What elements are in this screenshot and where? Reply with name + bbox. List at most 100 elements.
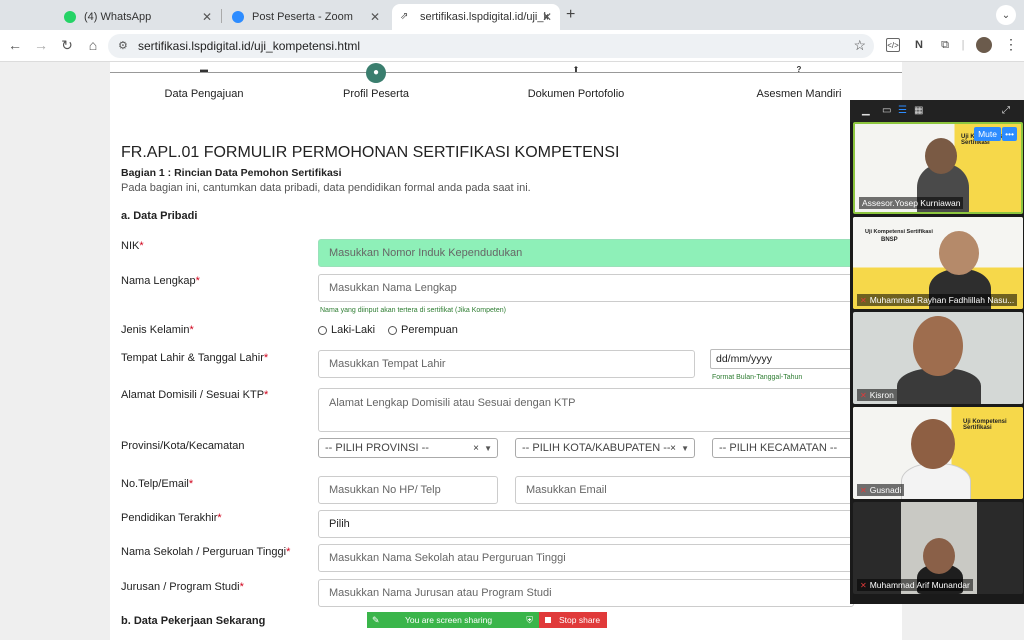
radio-laki-laki[interactable]: Laki-Laki [318,324,375,336]
tempat-lahir-input[interactable]: Masukkan Tempat Lahir [318,350,695,378]
back-icon[interactable]: ← [6,37,24,53]
upload-icon: ⬆ [572,65,580,74]
home-icon[interactable]: ⌂ [84,37,102,53]
participant-tile[interactable]: Uji Kompetensi Sertifikasi Mute ••• Asse… [853,122,1023,214]
email-input[interactable]: Masukkan Email [515,476,854,504]
dropdown-arrow-icon: ▼ [484,443,492,453]
close-icon[interactable]: ✕ [370,10,380,24]
section-data-pribadi: a. Data Pribadi [121,210,198,222]
more-menu-icon[interactable]: ⋮ [1004,36,1018,53]
alamat-label: Alamat Domisili / Sesuai KTP* [121,389,269,401]
tab-zoom[interactable]: Post Peserta - Zoom ✕ [224,4,388,30]
nama-hint: Nama yang diinput akan tertera di sertif… [320,307,506,314]
participant-name: ✕ Gusnadi [857,484,905,496]
muted-mic-icon: ✕ [860,390,867,400]
tanggal-lahir-input[interactable]: dd/mm/yyyy [710,349,852,369]
tab-search-button[interactable]: ⌄ [996,5,1016,25]
sekolah-input[interactable]: Masukkan Nama Sekolah atau Perguruan Tin… [318,544,854,572]
link-icon: ⇗ [400,11,409,22]
sekolah-label: Nama Sekolah / Perguruan Tinggi* [121,546,291,558]
divider: | [961,39,965,51]
new-tab-button[interactable]: + [566,6,575,24]
form-description: Pada bagian ini, cantumkan data pribadi,… [121,182,531,194]
radio-circle[interactable] [388,325,397,335]
tab-bar: (4) WhatsApp ✕ Post Peserta - Zoom ✕ ⇗ s… [0,0,1024,30]
participant-name: ✕ Kisron [857,389,897,401]
participant-head [925,138,957,174]
zoom-icon [232,11,244,23]
profile-avatar[interactable] [976,37,992,53]
form-title: FR.APL.01 FORMULIR PERMOHONAN SERTIFIKAS… [121,144,620,161]
nik-label: NIK* [121,240,144,252]
kontak-label: No.Telp/Email* [121,478,194,490]
tab-whatsapp[interactable]: (4) WhatsApp ✕ [56,4,220,30]
participant-name: ✕ Muhammad Arif Munandar [857,579,973,591]
section-data-pekerjaan: b. Data Pekerjaan Sekarang [121,615,266,627]
tab-title: sertifikasi.lspdigital.id/uji_kom [420,11,548,23]
step-dokumen-portofolio[interactable]: ⬆ Dokumen Portofolio [506,62,646,101]
progress-stepper: ▬ Data Pengajuan ● Profil Peserta ⬆ Doku… [110,62,902,132]
close-icon[interactable]: ✕ [542,10,552,24]
tab-title: (4) WhatsApp [84,11,152,23]
jurusan-label: Jurusan / Program Studi* [121,581,244,593]
radio-perempuan[interactable]: Perempuan [388,324,458,336]
step-asesmen-mandiri[interactable]: ? Asesmen Mandiri [729,62,869,101]
kecamatan-select[interactable]: -- PILIH KECAMATAN -- [712,438,854,458]
speaker-view-icon[interactable]: ▭ [882,105,891,116]
chevron-down-icon: ⌄ [1001,9,1011,21]
extension-code-icon[interactable]: </> [886,38,900,52]
clear-icon[interactable]: × [670,443,676,454]
mute-button[interactable]: Mute [974,127,1001,141]
radio-circle[interactable] [318,325,327,335]
document-icon: ▬ [200,65,208,74]
extensions-puzzle-icon[interactable]: ⧉ [938,38,952,52]
stop-share-button[interactable]: Stop share [539,612,607,628]
ttl-label: Tempat Lahir & Tanggal Lahir* [121,352,269,364]
reload-icon[interactable]: ↻ [58,37,76,54]
step-label: Data Pengajuan [164,88,244,100]
kota-select[interactable]: -- PILIH KOTA/KABUPATEN -- × ▼ [515,438,695,458]
step-profil-peserta[interactable]: ● Profil Peserta [306,62,446,100]
step-data-pengajuan[interactable]: ▬ Data Pengajuan [134,62,274,101]
provinsi-select[interactable]: -- PILIH PROVINSI -- × ▼ [318,438,498,458]
browser-toolbar: ← → ↻ ⌂ ⚙ sertifikasi.lspdigital.id/uji_… [0,30,1024,62]
stop-icon [545,617,551,623]
step-label: Dokumen Portofolio [527,88,625,100]
close-icon[interactable]: ✕ [202,10,212,24]
participant-head [923,538,955,574]
wilayah-label: Provinsi/Kota/Kecamatan [121,440,245,452]
tab-sertifikasi[interactable]: ⇗ sertifikasi.lspdigital.id/uji_kom ✕ [392,4,560,30]
notion-icon[interactable]: N [912,38,926,52]
step-label: Profil Peserta [342,88,410,100]
bookmark-star-icon[interactable]: ☆ [853,37,866,54]
gallery-view-icon[interactable]: ▦ [914,105,923,116]
expand-icon[interactable]: ⤢ [1002,105,1010,116]
strip-view-icon[interactable]: ☰ [898,105,907,116]
participant-tile[interactable]: Uji Kompetensi Sertifikasi BNSP ✕ Muhamma… [853,217,1023,309]
participant-head [911,419,955,469]
participant-tile[interactable]: Uji Kompetensi Sertifikasi ✕ Gusnadi [853,407,1023,499]
nik-input[interactable]: Masukkan Nomor Induk Kependudukan [318,239,854,267]
address-bar[interactable]: ⚙ sertifikasi.lspdigital.id/uji_kompeten… [108,34,874,58]
forward-icon[interactable]: → [32,37,50,53]
clear-icon[interactable]: × [473,443,479,454]
more-options-button[interactable]: ••• [1002,127,1017,141]
pendidikan-select[interactable]: Pilih [318,510,854,538]
participant-tile[interactable]: ✕ Kisron [853,312,1023,404]
nama-label: Nama Lengkap* [121,275,200,287]
participant-tile[interactable]: ✕ Muhammad Arif Munandar [853,502,1023,594]
phone-input[interactable]: Masukkan No HP/ Telp [318,476,498,504]
minimize-icon[interactable]: ▁ [862,105,870,116]
jenis-kelamin-label: Jenis Kelamin* [121,324,194,336]
alamat-textarea[interactable]: Alamat Lengkap Domisili atau Sesuai deng… [318,388,854,432]
participant-name: Assesor.Yosep Kurniawan [859,197,964,209]
zoom-panel-toolbar: ▁ ▭ ☰ ▦ ⤢ [850,100,1024,122]
participant-name: ✕ Muhammad Rayhan Fadhlillah Nasu... [857,294,1018,306]
nama-input[interactable]: Masukkan Nama Lengkap [318,274,854,302]
stop-share-label: Stop share [559,615,601,625]
jurusan-input[interactable]: Masukkan Nama Jurusan atau Program Studi [318,579,854,607]
pendidikan-label: Pendidikan Terakhir* [121,512,222,524]
screen-share-status: ✎ You are screen sharing ⛨ [367,612,539,628]
banner-text: Uji Kompetensi Sertifikasi [865,229,933,235]
site-info-icon[interactable]: ⚙ [118,39,128,52]
